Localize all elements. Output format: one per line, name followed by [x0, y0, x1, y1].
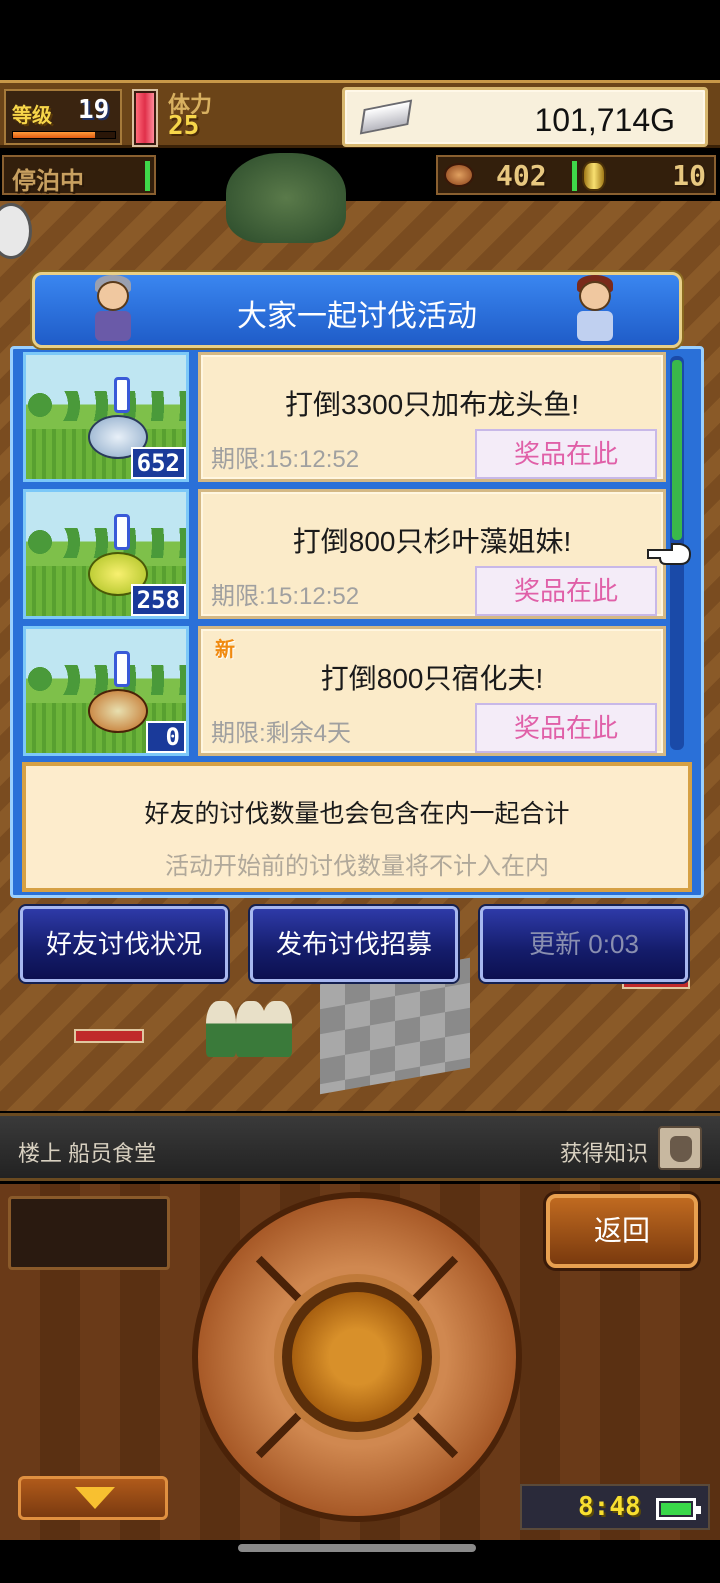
- stamina-gauge: [132, 89, 158, 147]
- info-sub-text: 活动开始前的讨伐数量将不计入在内: [165, 853, 549, 880]
- medal-value: 10: [672, 159, 706, 192]
- exclamation-icon: [114, 651, 130, 687]
- battery-icon: [656, 1498, 701, 1520]
- gold-display: 101,714G: [342, 87, 708, 147]
- top-hud: 等级 19 体力 25 101,714G: [0, 80, 720, 148]
- event-title: 打倒800只宿化夫!: [320, 663, 544, 694]
- action-buttons: 好友讨伐状况 发布讨伐招募 更新 0:03: [20, 906, 690, 982]
- knowledge-label[interactable]: 获得知识: [560, 1136, 648, 1168]
- level-progress-bar: [12, 131, 116, 139]
- dpad-center-button[interactable]: [282, 1282, 432, 1432]
- level-label: 等级: [12, 103, 52, 127]
- pointing-hand-icon: [647, 543, 692, 565]
- event-deadline: 期限:剩余4天: [211, 720, 352, 747]
- crew-member: [262, 1001, 292, 1057]
- level-value: 19: [78, 95, 110, 125]
- resource-box: 402 10: [436, 155, 716, 195]
- fist-icon[interactable]: [658, 1126, 702, 1170]
- home-indicator[interactable]: [238, 1544, 476, 1552]
- back-button[interactable]: 返回: [546, 1194, 698, 1268]
- defeat-count: 0: [146, 721, 186, 753]
- scrollbar-thumb[interactable]: [672, 360, 682, 540]
- event-card: 新 打倒800只宿化夫! 期限:剩余4天 奖品在此: [198, 626, 666, 756]
- status-row: 停泊中 402 10: [0, 151, 720, 201]
- prize-button[interactable]: 奖品在此: [475, 703, 657, 753]
- docked-indicator: [145, 161, 150, 191]
- event-row[interactable]: 258 打倒800只杉叶藻姐妹! 期限:15:12:52 奖品在此: [20, 489, 666, 619]
- exclamation-icon: [114, 514, 130, 550]
- event-row[interactable]: 0 新 打倒800只宿化夫! 期限:剩余4天 奖品在此: [20, 626, 666, 756]
- hermit-crab-monster-icon: [88, 689, 148, 733]
- docked-label: 停泊中: [12, 167, 84, 195]
- food-icon: [444, 163, 474, 187]
- event-thumbnail: 0: [23, 626, 189, 756]
- event-card: 打倒3300只加布龙头鱼! 期限:15:12:52 奖品在此: [198, 352, 666, 482]
- event-deadline: 期限:15:12:52: [211, 583, 360, 610]
- frog-statue: [226, 153, 346, 243]
- level-box: 等级 19: [4, 89, 122, 145]
- event-title: 打倒800只杉叶藻姐妹!: [292, 526, 572, 557]
- food-value: 402: [496, 159, 547, 192]
- defeat-count: 652: [130, 447, 186, 479]
- post-recruit-button[interactable]: 发布讨伐招募: [250, 906, 458, 982]
- event-row[interactable]: 652 打倒3300只加布龙头鱼! 期限:15:12:52 奖品在此: [20, 352, 666, 482]
- location-bar: 楼上 船员食堂 获得知识: [0, 1113, 720, 1181]
- event-thumbnail: 258: [23, 489, 189, 619]
- event-card: 打倒800只杉叶藻姐妹! 期限:15:12:52 奖品在此: [198, 489, 666, 619]
- control-console: 返回 8:48: [0, 1184, 720, 1540]
- scroll-down-button[interactable]: [18, 1476, 168, 1520]
- crew-hp-bar: [74, 1029, 144, 1043]
- resource-divider: [572, 161, 577, 191]
- event-title: 打倒3300只加布龙头鱼!: [284, 389, 580, 420]
- panel-header: 大家一起讨伐活动: [32, 272, 682, 348]
- side-menu-button[interactable]: [0, 203, 32, 259]
- medal-icon: [582, 161, 606, 191]
- event-thumbnail: 652: [23, 352, 189, 482]
- mini-screen: [8, 1196, 170, 1270]
- clock-display: 8:48: [520, 1484, 710, 1530]
- silver-bar-icon: [359, 99, 413, 135]
- event-deadline: 期限:15:12:52: [211, 446, 360, 473]
- prize-button[interactable]: 奖品在此: [475, 566, 657, 616]
- defeat-count: 258: [130, 584, 186, 616]
- prize-button[interactable]: 奖品在此: [475, 429, 657, 479]
- refresh-button[interactable]: 更新 0:03: [480, 906, 688, 982]
- exclamation-icon: [114, 377, 130, 413]
- location-label: 楼上 船员食堂: [18, 1141, 157, 1166]
- directional-pad[interactable]: [192, 1192, 522, 1522]
- docked-status: 停泊中: [2, 155, 156, 195]
- clock-time: 8:48: [578, 1492, 641, 1522]
- info-main-text: 好友的讨伐数量也会包含在内一起合计: [144, 800, 570, 828]
- crew-member: [206, 1001, 236, 1057]
- hero-character-icon: [567, 267, 623, 347]
- friends-status-button[interactable]: 好友讨伐状况: [20, 906, 228, 982]
- event-list[interactable]: 652 打倒3300只加布龙头鱼! 期限:15:12:52 奖品在此 258 打…: [20, 352, 666, 756]
- stamina-value: 25: [168, 111, 200, 141]
- info-box: 好友的讨伐数量也会包含在内一起合计 活动开始前的讨伐数量将不计入在内: [22, 762, 692, 892]
- gold-value: 101,714G: [534, 102, 675, 138]
